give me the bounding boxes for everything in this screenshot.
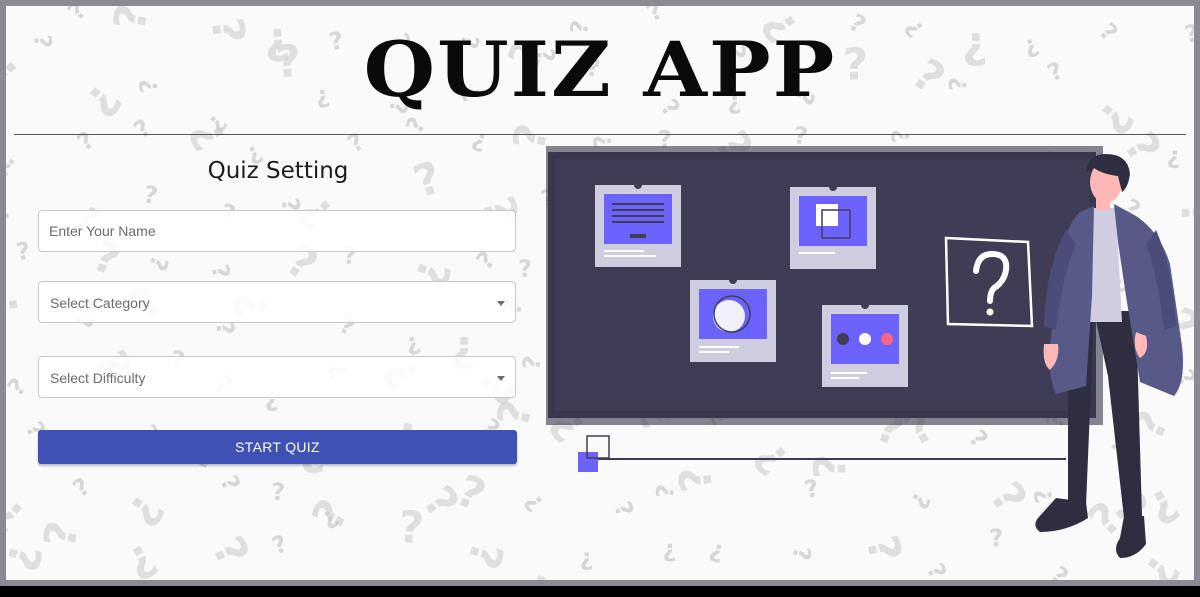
question-mark-decoration: ? bbox=[887, 128, 916, 144]
question-mark-decoration: ? bbox=[6, 208, 15, 223]
start-quiz-button[interactable]: START QUIZ bbox=[38, 430, 517, 464]
difficulty-select-placeholder: Select Difficulty bbox=[50, 370, 146, 386]
question-mark-decoration: ? bbox=[6, 289, 29, 318]
question-mark-decoration: ? bbox=[517, 354, 547, 372]
question-mark-decoration: ? bbox=[117, 485, 173, 536]
question-mark-decoration: ? bbox=[6, 373, 32, 402]
question-mark-decoration: ? bbox=[343, 127, 369, 158]
question-mark-decoration: ? bbox=[518, 255, 533, 283]
question-mark-decoration: ? bbox=[271, 478, 285, 506]
document-card bbox=[595, 181, 681, 267]
dots-card bbox=[822, 301, 908, 387]
category-select[interactable]: Select Category bbox=[38, 281, 516, 323]
circle-card bbox=[690, 276, 776, 362]
app-title: QUIZ APP bbox=[363, 25, 837, 115]
question-mark-decoration: ? bbox=[202, 528, 259, 574]
chevron-down-icon bbox=[497, 301, 505, 306]
question-mark-decoration: ? bbox=[519, 488, 550, 516]
question-mark-decoration: ? bbox=[68, 472, 96, 503]
question-mark-decoration: ? bbox=[72, 126, 99, 157]
question-mark-decoration: ? bbox=[14, 237, 32, 267]
question-mark-decoration: ? bbox=[119, 533, 165, 580]
chevron-down-icon bbox=[497, 376, 505, 381]
quiz-app: ????????????????????????????????????????… bbox=[6, 6, 1194, 580]
question-mark-decoration: ? bbox=[268, 529, 291, 560]
question-mark-decoration: ? bbox=[468, 126, 491, 157]
question-mark-decoration: ? bbox=[143, 252, 174, 275]
category-select-placeholder: Select Category bbox=[50, 295, 150, 311]
question-mark-decoration: ? bbox=[129, 113, 157, 144]
person-at-question-board-illustration bbox=[546, 146, 1183, 558]
name-field[interactable] bbox=[38, 210, 516, 252]
question-mark-decoration: ? bbox=[396, 502, 426, 555]
question-mark-decoration: ? bbox=[205, 262, 235, 281]
question-mark-decoration: ? bbox=[457, 537, 513, 575]
window-frame: ????????????????????????????????????????… bbox=[0, 0, 1200, 586]
quiz-setting-heading: Quiz Setting bbox=[207, 158, 349, 184]
question-mark-decoration: ? bbox=[6, 150, 21, 181]
question-mark-decoration: ? bbox=[141, 180, 160, 210]
difficulty-select[interactable]: Select Difficulty bbox=[38, 356, 516, 398]
question-mark-decoration: ? bbox=[214, 471, 245, 495]
header-divider bbox=[14, 134, 1186, 135]
shape-card bbox=[790, 183, 876, 269]
name-input[interactable] bbox=[39, 211, 515, 251]
question-mark-decoration: ? bbox=[6, 488, 35, 543]
question-mark-decoration: ? bbox=[521, 564, 578, 580]
question-mark-decoration: ? bbox=[35, 518, 90, 552]
